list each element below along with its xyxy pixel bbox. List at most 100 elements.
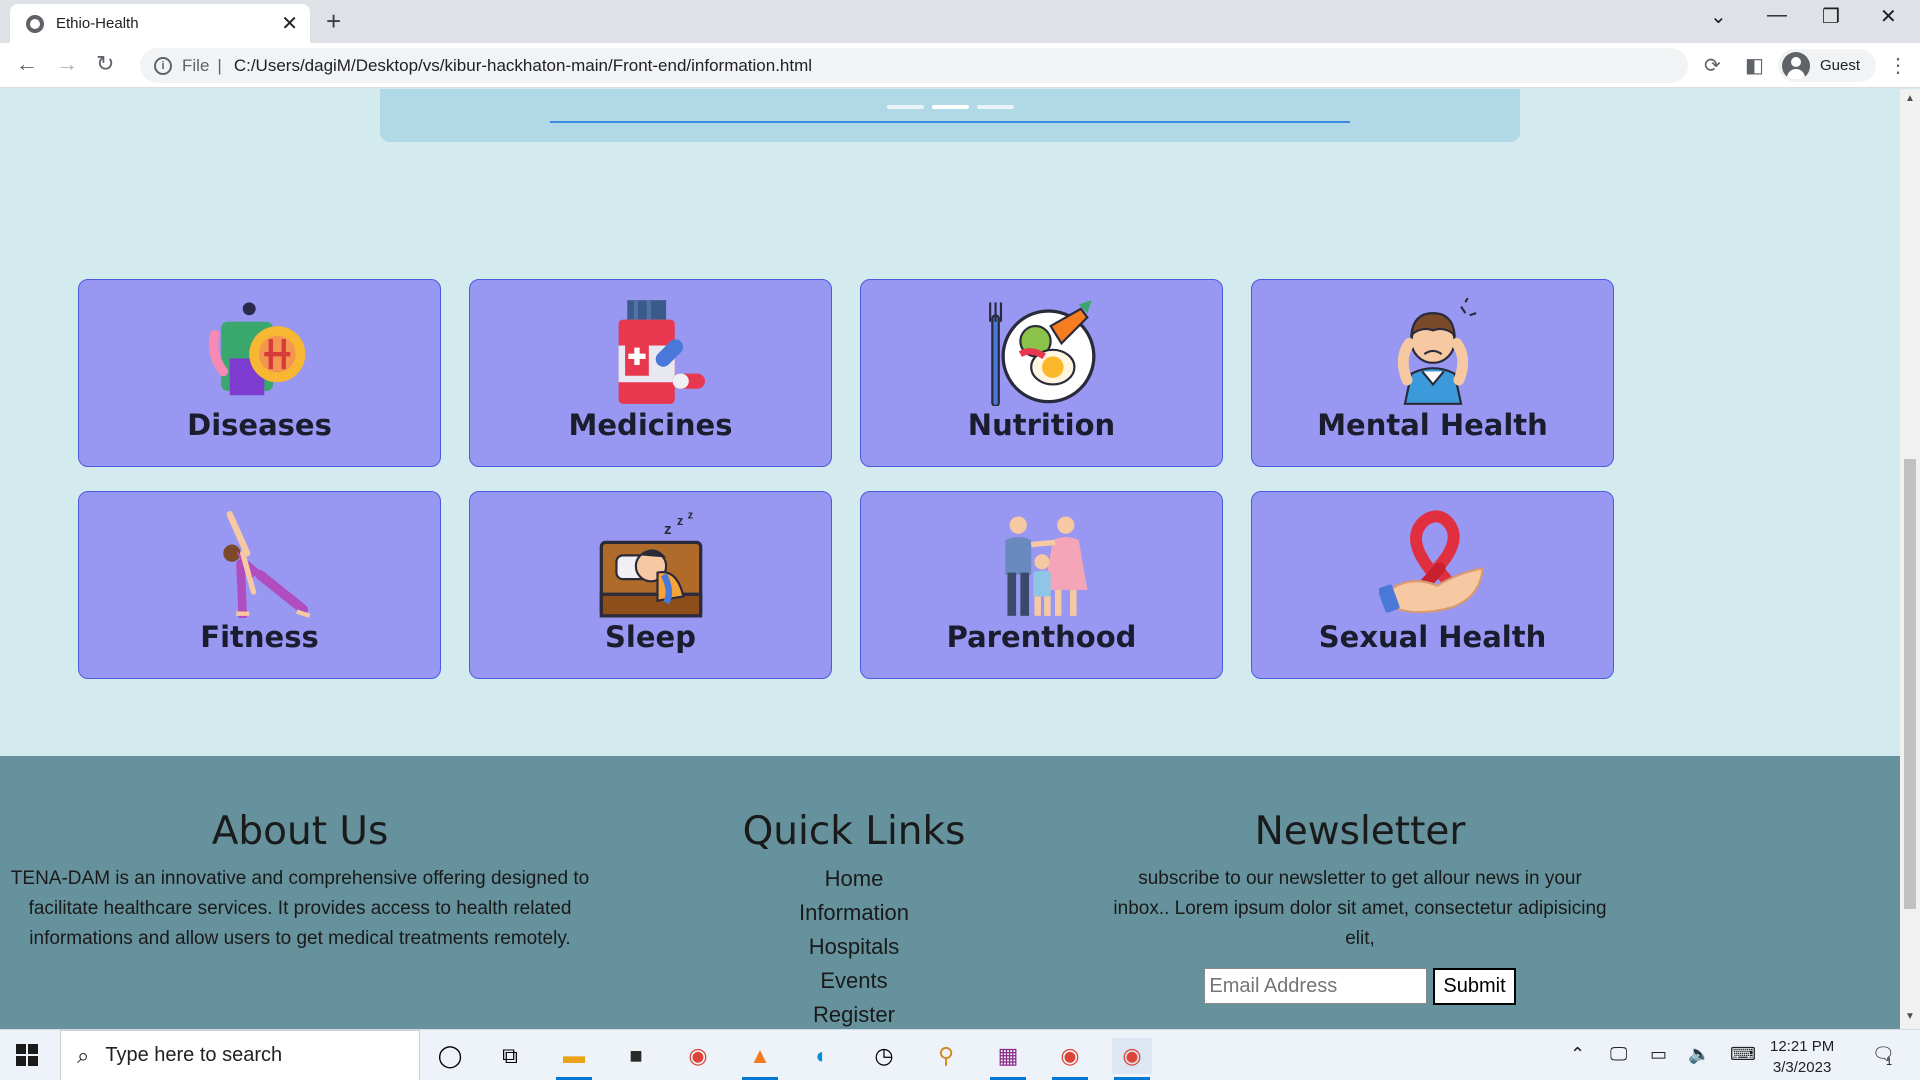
vertical-scrollbar[interactable]: ▲ ▼	[1900, 89, 1920, 1029]
vlc-icon[interactable]: ▲	[740, 1038, 780, 1080]
reload-icon[interactable]: ↻	[96, 51, 114, 77]
category-card-sexual-health[interactable]: Sexual Health	[1251, 491, 1614, 679]
windows-start-icon[interactable]	[16, 1044, 38, 1066]
chrome-active-icon[interactable]: ◉	[1112, 1038, 1152, 1080]
submit-button[interactable]: Submit	[1433, 968, 1516, 1005]
profile-button[interactable]: Guest	[1778, 49, 1877, 82]
clock-app-icon[interactable]: ◷	[864, 1038, 904, 1074]
fitness-icon	[222, 511, 310, 618]
sleep-icon: z z z	[599, 510, 702, 618]
scroll-down-arrow-icon[interactable]: ▼	[1905, 1011, 1915, 1022]
notification-count: 1	[1886, 1056, 1893, 1068]
category-label: Sleep	[605, 620, 696, 654]
close-window-button[interactable]: ✕	[1880, 4, 1897, 29]
quick-links-title: Quick Links	[742, 809, 966, 854]
category-card-mental-health[interactable]: Mental Health	[1251, 279, 1614, 467]
carousel-indicators	[887, 105, 1014, 109]
category-label: Mental Health	[1317, 408, 1548, 442]
category-card-medicines[interactable]: Medicines	[469, 279, 832, 467]
carousel-indicator[interactable]	[887, 105, 924, 109]
quick-link-events[interactable]: Events	[754, 964, 954, 998]
category-card-diseases[interactable]: Diseases	[78, 279, 441, 467]
scroll-up-arrow-icon[interactable]: ▲	[1905, 93, 1915, 104]
category-label: Diseases	[187, 408, 332, 442]
back-icon[interactable]: ←	[16, 51, 38, 77]
keyboard-icon[interactable]: ⌨	[1730, 1044, 1756, 1065]
taskbar-clock[interactable]: 12:21 PM 3/3/2023	[1770, 1036, 1834, 1078]
clock-date: 3/3/2023	[1772, 1059, 1832, 1076]
url-scheme: File	[182, 55, 210, 75]
carousel-indicator[interactable]	[977, 105, 1014, 109]
tray-overflow-icon[interactable]: ⌃	[1570, 1044, 1585, 1065]
mental-health-icon	[1397, 298, 1477, 405]
tab-search-icon[interactable]: ⌄	[1710, 4, 1727, 29]
taskbar: ⌕ Type here to search ◯ ⧉ ▬ ■ ◉ ▲ ◐ ◷ ⚲ …	[0, 1029, 1920, 1080]
category-label: Sexual Health	[1318, 620, 1547, 654]
quick-links-list: Home Information Hospitals Events Regist…	[754, 862, 954, 1029]
extension-icon[interactable]: ⟳	[1704, 53, 1721, 78]
scrollbar-thumb[interactable]	[1904, 459, 1916, 909]
search-app-icon[interactable]: ⚲	[926, 1038, 966, 1074]
url-separator: |	[217, 55, 222, 75]
medicines-icon	[618, 300, 705, 404]
category-card-nutrition[interactable]: Nutrition	[860, 279, 1223, 467]
clock-time: 12:21 PM	[1770, 1038, 1835, 1055]
info-icon[interactable]: i	[154, 56, 172, 75]
newsletter-text: subscribe to our newsletter to get allou…	[1113, 868, 1607, 949]
restore-button[interactable]: ❐	[1822, 4, 1840, 29]
new-tab-button[interactable]: +	[326, 6, 341, 37]
volume-icon[interactable]: 🔈	[1688, 1044, 1710, 1065]
category-label: Parenthood	[946, 620, 1137, 654]
footer-newsletter: Newsletter subscribe to our newsletter t…	[1110, 756, 1610, 1005]
about-text: TENA-DAM is an innovative and comprehens…	[10, 868, 590, 949]
parenthood-icon	[1004, 516, 1087, 616]
close-tab-icon[interactable]: ✕	[281, 11, 298, 36]
carousel	[380, 89, 1520, 142]
category-card-fitness[interactable]: Fitness	[78, 491, 441, 679]
diseases-icon	[208, 302, 305, 396]
cortana-icon[interactable]: ◯	[430, 1038, 470, 1074]
task-view-icon[interactable]: ⧉	[490, 1038, 530, 1074]
browser-tab-bar: Ethio-Health ✕ + ⌄ — ❐ ✕	[0, 0, 1920, 43]
category-label: Nutrition	[967, 408, 1116, 442]
page-viewport: Diseases Medicines Nutrition Mental Heal…	[0, 89, 1900, 1029]
sexual-health-icon	[1378, 510, 1484, 614]
browser-tab[interactable]: Ethio-Health ✕	[10, 4, 310, 43]
email-field[interactable]	[1204, 968, 1428, 1004]
about-title: About Us	[211, 809, 389, 854]
battery-icon[interactable]: ▭	[1650, 1044, 1667, 1065]
globe-icon	[26, 14, 44, 33]
chrome-profile-icon[interactable]: ◉	[1050, 1038, 1090, 1080]
forward-icon[interactable]: →	[56, 51, 78, 77]
nutrition-icon	[988, 300, 1095, 406]
quick-link-register[interactable]: Register	[754, 998, 954, 1029]
category-card-sleep[interactable]: z z z Sleep	[469, 491, 832, 679]
network-icon[interactable]: 🖵	[1610, 1044, 1627, 1065]
address-bar[interactable]: i File | C:/Users/dagiM/Desktop/vs/kibur…	[140, 48, 1688, 83]
newsletter-title: Newsletter	[1254, 809, 1466, 854]
url-text[interactable]: C:/Users/dagiM/Desktop/vs/kibur-hackhato…	[234, 56, 812, 76]
edge-icon[interactable]: ◐	[802, 1038, 842, 1074]
tab-title: Ethio-Health	[56, 15, 139, 32]
search-icon: ⌕	[77, 1042, 90, 1068]
winrar-icon[interactable]: ▦	[988, 1038, 1028, 1080]
footer: About Us TENA-DAM is an innovative and c…	[0, 756, 1900, 1029]
sticky-notes-icon[interactable]: ■	[616, 1038, 656, 1074]
category-card-parenthood[interactable]: Parenthood	[860, 491, 1223, 679]
quick-link-information[interactable]: Information	[754, 896, 954, 930]
category-label: Fitness	[200, 620, 319, 654]
svg-text:z: z	[663, 521, 671, 538]
taskbar-search[interactable]: ⌕ Type here to search	[60, 1030, 420, 1080]
quick-link-home[interactable]: Home	[754, 862, 954, 896]
side-panel-icon[interactable]: ◧	[1745, 53, 1764, 78]
svg-text:z: z	[687, 510, 693, 522]
avatar-icon	[1782, 51, 1810, 80]
chrome-icon[interactable]: ◉	[678, 1038, 718, 1074]
menu-icon[interactable]: ⋮	[1888, 53, 1908, 78]
browser-toolbar: ← → ↻ i File | C:/Users/dagiM/Desktop/vs…	[0, 43, 1920, 88]
carousel-indicator-active[interactable]	[932, 105, 969, 109]
file-explorer-icon[interactable]: ▬	[554, 1038, 594, 1080]
category-grid: Diseases Medicines Nutrition Mental Heal…	[78, 279, 1614, 679]
quick-link-hospitals[interactable]: Hospitals	[754, 930, 954, 964]
minimize-button[interactable]: —	[1767, 4, 1787, 27]
